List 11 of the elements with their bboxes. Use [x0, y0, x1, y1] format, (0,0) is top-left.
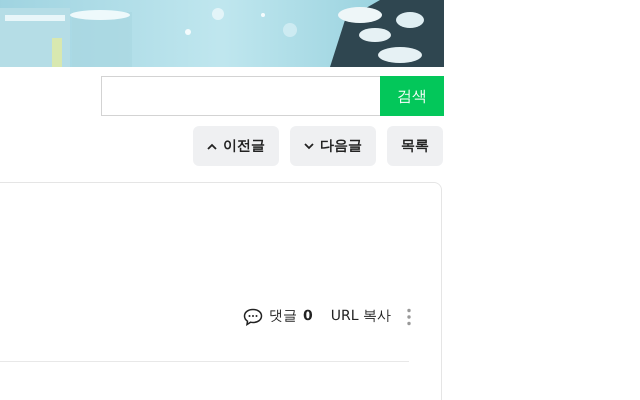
- chevron-up-icon: [207, 142, 217, 150]
- speech-bubble-icon: [243, 308, 264, 326]
- chevron-down-icon: [304, 142, 314, 150]
- comment-count: 0: [303, 307, 313, 326]
- search-field[interactable]: [101, 76, 380, 116]
- next-post-button[interactable]: 다음글: [290, 126, 376, 166]
- comment-label[interactable]: 댓글: [269, 306, 298, 327]
- list-button[interactable]: 목록: [387, 126, 443, 166]
- previous-post-button[interactable]: 이전글: [193, 126, 279, 166]
- more-options-icon[interactable]: [407, 308, 411, 326]
- copy-url-link[interactable]: URL 복사: [330, 306, 391, 327]
